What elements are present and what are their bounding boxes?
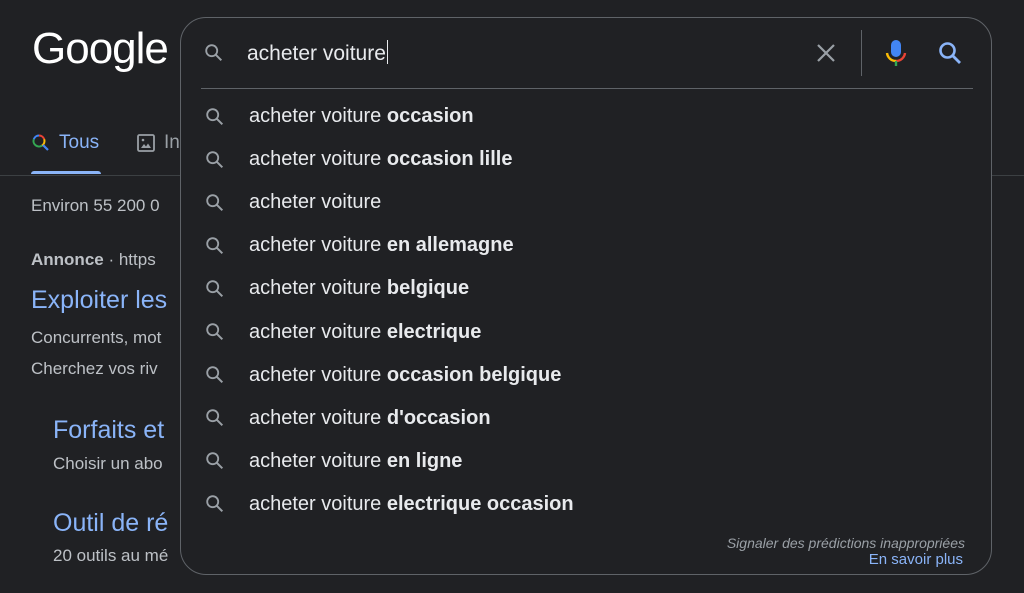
suggestion-item[interactable]: acheter voiture occasion xyxy=(181,95,991,138)
ad-url[interactable]: https xyxy=(119,250,156,269)
search-icon xyxy=(206,323,224,341)
suggestion-text: acheter voiture occasion xyxy=(249,105,474,128)
tab-images-label: In xyxy=(164,132,180,153)
search-icon xyxy=(206,237,224,254)
suggestion-prefix: acheter voiture xyxy=(249,191,382,214)
search-query-text: acheter voiture xyxy=(247,42,386,65)
suggestion-completion: en allemagne xyxy=(386,234,514,257)
suggestion-text: acheter voiture en allemagne xyxy=(249,234,514,257)
suggestion-text: acheter voiture occasion belgique xyxy=(249,364,561,387)
text-caret xyxy=(386,40,388,64)
suggestion-prefix: acheter voiture xyxy=(249,277,387,300)
suggestion-text: acheter voiture en ligne xyxy=(249,450,462,473)
sitelink-title-1[interactable]: Forfaits et xyxy=(53,416,164,445)
ad-header: Annonce · https xyxy=(31,250,156,270)
search-divider xyxy=(201,88,973,89)
google-logo[interactable]: Google xyxy=(32,24,169,74)
suggestion-item[interactable]: acheter voiture en ligne xyxy=(181,440,991,483)
search-icon xyxy=(206,452,224,470)
active-tab-indicator xyxy=(31,171,101,174)
suggestion-text: acheter voiture xyxy=(249,191,381,214)
google-search-icon xyxy=(32,134,49,151)
suggestion-completion: occasion belgique xyxy=(386,363,562,386)
search-icon xyxy=(206,495,224,513)
suggestion-item[interactable]: acheter voiture belgique xyxy=(181,267,991,310)
search-submit-icon[interactable] xyxy=(937,40,963,66)
suggestion-prefix: acheter voiture xyxy=(249,449,387,472)
suggestion-prefix: acheter voiture xyxy=(249,492,387,515)
ad-description-2: Cherchez vos riv xyxy=(31,359,158,378)
report-predictions-link[interactable]: Signaler des prédictions inappropriées xyxy=(727,535,965,551)
suggestion-completion: occasion lille xyxy=(386,148,513,171)
search-autocomplete-dropdown: acheter voiture acheter voiture occasion… xyxy=(180,17,992,575)
suggestion-item[interactable]: acheter voiture electrique occasion xyxy=(181,483,991,526)
ad-label: Annonce xyxy=(31,250,104,269)
tab-images[interactable]: In xyxy=(136,132,180,154)
suggestion-text: acheter voiture electrique occasion xyxy=(249,493,574,516)
ad-description-1: Concurrents, mot xyxy=(31,328,162,347)
search-icon xyxy=(206,409,224,427)
search-icon xyxy=(205,44,223,62)
sitelink-title-2[interactable]: Outil de ré xyxy=(53,509,168,538)
suggestion-completion: d'occasion xyxy=(386,406,491,429)
suggestion-prefix: acheter voiture xyxy=(249,363,387,386)
search-input[interactable]: acheter voiture xyxy=(247,40,388,66)
suggestion-completion: en ligne xyxy=(386,449,463,472)
suggestion-completion: occasion xyxy=(386,105,474,127)
sitelink-desc-1: Choisir un abo xyxy=(53,454,163,473)
search-icon xyxy=(206,193,224,211)
image-icon xyxy=(137,134,155,152)
learn-more-link[interactable]: En savoir plus xyxy=(869,551,963,568)
suggestion-item[interactable]: acheter voiture en allemagne xyxy=(181,224,991,267)
search-icon xyxy=(206,107,224,125)
tab-all[interactable]: Tous xyxy=(31,132,99,154)
ad-separator: · xyxy=(103,250,119,269)
ad-title[interactable]: Exploiter les xyxy=(31,286,167,315)
suggestion-item[interactable]: acheter voiture occasion belgique xyxy=(181,354,991,397)
suggestion-text: acheter voiture d'occasion xyxy=(249,407,491,430)
search-icon xyxy=(206,366,224,384)
suggestion-text: acheter voiture occasion lille xyxy=(249,148,512,171)
suggestion-prefix: acheter voiture xyxy=(249,148,387,171)
suggestion-prefix: acheter voiture xyxy=(249,320,387,343)
clear-icon[interactable] xyxy=(815,42,837,64)
suggestion-item[interactable]: acheter voiture d'occasion xyxy=(181,397,991,440)
suggestion-text: acheter voiture belgique xyxy=(249,277,469,300)
suggestion-prefix: acheter voiture xyxy=(249,105,387,127)
microphone-icon[interactable] xyxy=(883,38,909,68)
suggestion-text: acheter voiture electrique xyxy=(249,321,481,344)
suggestion-completion: electrique occasion xyxy=(386,492,574,515)
suggestion-completion: electrique xyxy=(386,320,482,343)
sitelink-desc-2: 20 outils au mé xyxy=(53,546,169,565)
result-count: Environ 55 200 0 xyxy=(31,196,160,215)
toolbar-divider xyxy=(861,30,862,76)
tab-all-label: Tous xyxy=(59,132,100,153)
search-icon xyxy=(206,150,224,168)
suggestion-item[interactable]: acheter voiture xyxy=(181,181,991,224)
search-icon xyxy=(206,280,224,297)
suggestion-prefix: acheter voiture xyxy=(249,234,387,257)
suggestion-completion: belgique xyxy=(386,277,470,300)
suggestion-item[interactable]: acheter voiture electrique xyxy=(181,311,991,354)
suggestion-item[interactable]: acheter voiture occasion lille xyxy=(181,138,991,181)
suggestion-prefix: acheter voiture xyxy=(249,406,387,429)
